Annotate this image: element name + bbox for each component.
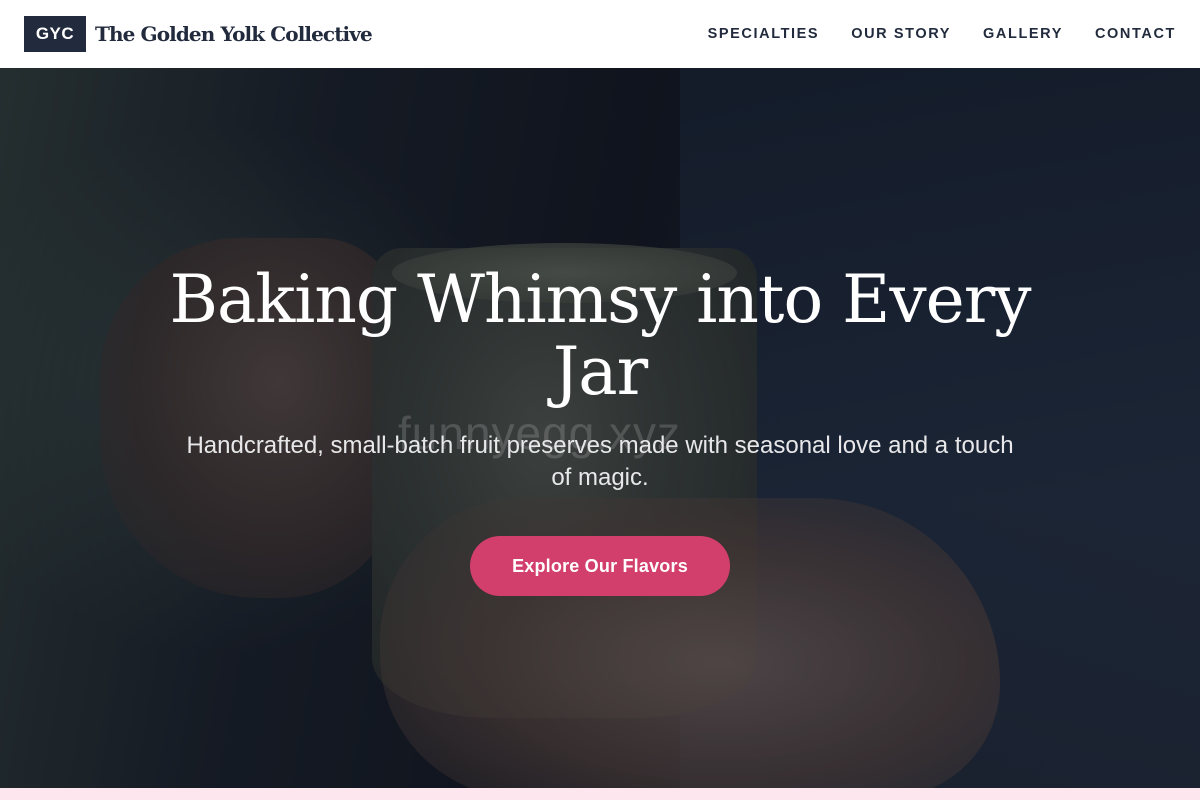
nav-link-specialties[interactable]: SPECIALTIES	[708, 26, 820, 42]
site-header: GYC The Golden Yolk Collective SPECIALTI…	[0, 0, 1200, 68]
hero-section: funnyegg.xyz Baking Whimsy into Every Ja…	[0, 68, 1200, 788]
next-section-edge	[0, 788, 1200, 800]
main-nav: SPECIALTIES OUR STORY GALLERY CONTACT	[676, 26, 1176, 42]
landing-page: GYC The Golden Yolk Collective SPECIALTI…	[0, 0, 1200, 800]
site-logo[interactable]: GYC The Golden Yolk Collective	[24, 16, 373, 52]
hero-title: Baking Whimsy into Every Jar	[169, 261, 1031, 410]
hero-content: Baking Whimsy into Every Jar Handcrafted…	[150, 264, 1050, 596]
logo-name: The Golden Yolk Collective	[95, 22, 373, 46]
nav-link-gallery[interactable]: GALLERY	[983, 26, 1063, 42]
explore-flavors-button[interactable]: Explore Our Flavors	[470, 536, 730, 596]
nav-link-contact[interactable]: CONTACT	[1095, 26, 1176, 42]
hero-subtitle: Handcrafted, small-batch fruit preserves…	[186, 432, 1014, 491]
nav-link-our-story[interactable]: OUR STORY	[851, 26, 951, 42]
logo-badge: GYC	[24, 16, 86, 52]
